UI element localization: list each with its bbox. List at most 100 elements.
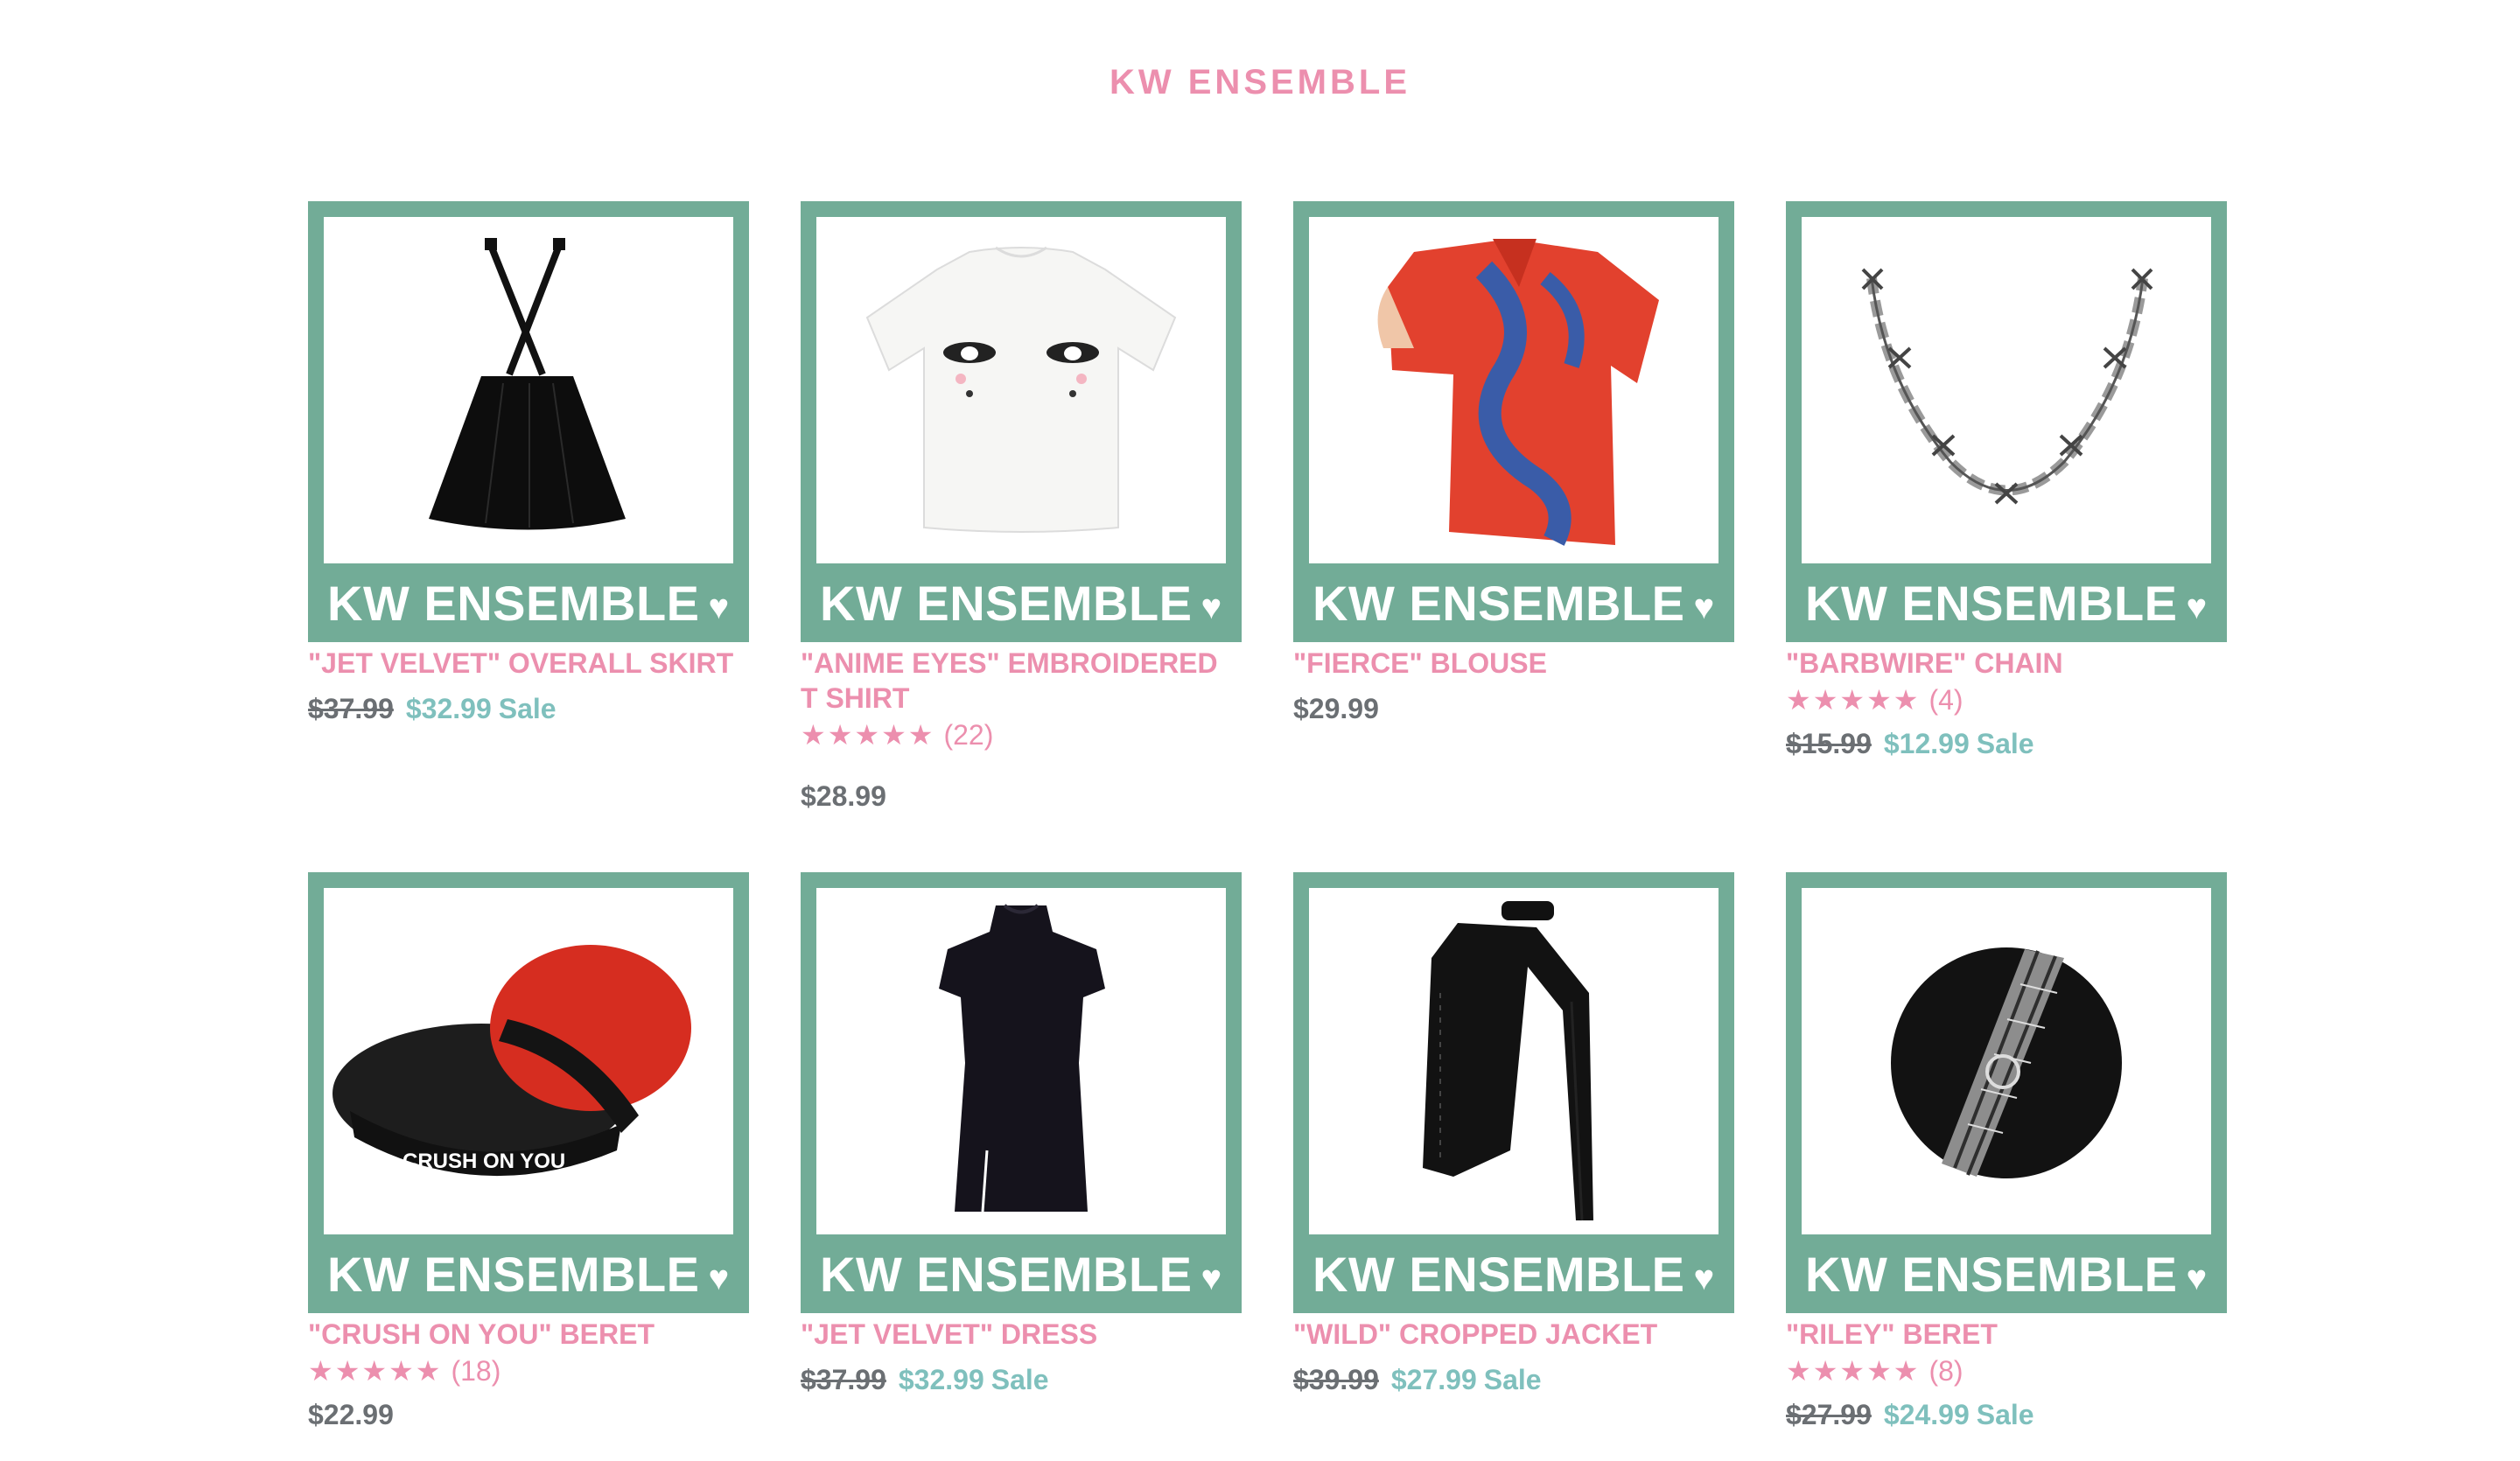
product-card: KW ENSEMBLE ♥ "WILD" CROPPED JACKET $39.…: [1293, 872, 1734, 1396]
product-image-link[interactable]: CRUSH ON YOU KW ENSEMBLE ♥: [308, 872, 749, 1313]
velvet-dress-image: [939, 904, 1105, 1213]
banner-text: KW ENSEMBLE: [1805, 1246, 2178, 1302]
product-name-link[interactable]: "FIERCE" BLOUSE: [1293, 646, 1734, 681]
banner-text: KW ENSEMBLE: [1312, 1246, 1685, 1302]
banner-text: KW ENSEMBLE: [1805, 575, 2178, 631]
heart-icon: ♥: [2186, 1258, 2208, 1297]
brand-banner: KW ENSEMBLE ♥: [1293, 1234, 1734, 1313]
product-image-link[interactable]: KW ENSEMBLE ♥: [308, 201, 749, 642]
product-card: KW ENSEMBLE ♥ "ANIME EYES" EMBROIDERED T…: [801, 201, 1242, 813]
price-row: $29.99: [1293, 693, 1734, 725]
product-name-link[interactable]: "BARBWIRE" CHAIN: [1786, 646, 2227, 681]
rating[interactable]: ★★★★★ (4): [1786, 683, 2227, 717]
sale-badge: Sale: [1976, 1399, 2034, 1430]
product-card: KW ENSEMBLE ♥ "FIERCE" BLOUSE $29.99: [1293, 201, 1734, 725]
product-card: CRUSH ON YOU KW ENSEMBLE ♥ "CRUSH ON YOU…: [308, 872, 749, 1431]
star-rating-icon: ★★★★★: [308, 1355, 443, 1387]
product-image-link[interactable]: KW ENSEMBLE ♥: [1786, 201, 2227, 642]
product-card: KW ENSEMBLE ♥ "BARBWIRE" CHAIN ★★★★★ (4)…: [1786, 201, 2227, 760]
brand-banner: KW ENSEMBLE ♥: [801, 1234, 1242, 1313]
plaid-beret-image: [1891, 947, 2122, 1178]
heart-icon: ♥: [1693, 1258, 1715, 1297]
price-row: $37.99 $32.99 Sale: [801, 1364, 1242, 1396]
banner-text: KW ENSEMBLE: [327, 1246, 700, 1302]
product-photo: [1802, 217, 2211, 563]
price-row: $15.99 $12.99 Sale: [1786, 728, 2227, 760]
original-price: $27.99: [1786, 1399, 1872, 1430]
sale-badge: Sale: [1976, 728, 2034, 759]
brand-banner: KW ENSEMBLE ♥: [801, 563, 1242, 642]
brand-banner: KW ENSEMBLE ♥: [1786, 1234, 2227, 1313]
heart-icon: ♥: [1693, 587, 1715, 626]
product-image-link[interactable]: KW ENSEMBLE ♥: [801, 201, 1242, 642]
product-name-link[interactable]: "RILEY" BERET: [1786, 1317, 2227, 1352]
review-count: (8): [1928, 1354, 1964, 1387]
sale-price: $27.99: [1390, 1364, 1477, 1395]
product-photo: [1802, 888, 2211, 1234]
product-image-link[interactable]: KW ENSEMBLE ♥: [1293, 872, 1734, 1313]
product-name-link[interactable]: "JET VELVET" DRESS: [801, 1317, 1242, 1352]
product-image-link[interactable]: KW ENSEMBLE ♥: [801, 872, 1242, 1313]
review-count: (22): [943, 718, 994, 751]
dragon-blouse-image: [1377, 239, 1659, 546]
page-title: KW ENSEMBLE: [1110, 63, 1410, 101]
sale-badge: Sale: [990, 1364, 1049, 1395]
sale-price: $12.99: [1883, 728, 1970, 759]
original-price: $15.99: [1786, 728, 1872, 759]
crush-on-you-berets-image: CRUSH ON YOU: [332, 945, 691, 1177]
star-rating-icon: ★★★★★: [1786, 1355, 1921, 1387]
product-card: KW ENSEMBLE ♥ "JET VELVET" DRESS $37.99 $…: [801, 872, 1242, 1396]
heart-icon: ♥: [1200, 1258, 1222, 1297]
heart-icon: ♥: [708, 587, 730, 626]
product-image-link[interactable]: KW ENSEMBLE ♥: [1293, 201, 1734, 642]
original-price: $37.99: [308, 693, 394, 724]
sale-price: $24.99: [1883, 1399, 1970, 1430]
price-row: $37.99 $32.99 Sale: [308, 693, 749, 725]
product-name-link[interactable]: "WILD" CROPPED JACKET: [1293, 1317, 1734, 1352]
product-image-link[interactable]: KW ENSEMBLE ♥: [1786, 872, 2227, 1313]
anime-eyes-tshirt-image: [865, 246, 1177, 533]
product-photo: CRUSH ON YOU: [324, 888, 733, 1234]
brand-banner: KW ENSEMBLE ♥: [308, 1234, 749, 1313]
beret-band-text: CRUSH ON YOU: [402, 1150, 565, 1173]
heart-icon: ♥: [2186, 587, 2208, 626]
price-row: $27.99 $24.99 Sale: [1786, 1399, 2227, 1431]
rating[interactable]: ★★★★★ (18): [308, 1355, 749, 1388]
product-photo: [816, 217, 1226, 563]
product-photo: [816, 888, 1226, 1234]
product-name-link[interactable]: "CRUSH ON YOU" BERET: [308, 1317, 749, 1352]
brand-banner: KW ENSEMBLE ♥: [1293, 563, 1734, 642]
heart-icon: ♥: [1200, 587, 1222, 626]
barbwire-chain-image: [1861, 268, 2153, 505]
brand-banner: KW ENSEMBLE ♥: [308, 563, 749, 642]
star-rating-icon: ★★★★★: [801, 719, 935, 751]
review-count: (4): [1928, 683, 1964, 716]
overall-skirt-image: [429, 238, 626, 530]
heart-icon: ♥: [708, 1258, 730, 1297]
rating[interactable]: ★★★★★ (8): [1786, 1354, 2227, 1388]
product-name-link[interactable]: "ANIME EYES" EMBROIDERED T SHIRT: [801, 646, 1242, 716]
price: $22.99: [308, 1399, 394, 1430]
price-row: $28.99: [801, 780, 1242, 813]
cropped-jacket-image: [1423, 901, 1593, 1221]
banner-text: KW ENSEMBLE: [820, 1246, 1193, 1302]
original-price: $37.99: [801, 1364, 886, 1395]
product-card: KW ENSEMBLE ♥ "JET VELVET" OVERALL SKIRT…: [308, 201, 749, 725]
rating[interactable]: ★★★★★ (22): [801, 719, 1242, 751]
banner-text: KW ENSEMBLE: [1312, 575, 1685, 631]
sale-badge: Sale: [498, 693, 556, 724]
sale-badge: Sale: [1483, 1364, 1542, 1395]
sale-price: $32.99: [898, 1364, 984, 1395]
price-row: $22.99: [308, 1399, 749, 1431]
price: $29.99: [1293, 693, 1379, 724]
product-card: KW ENSEMBLE ♥ "RILEY" BERET ★★★★★ (8) $2…: [1786, 872, 2227, 1431]
banner-text: KW ENSEMBLE: [327, 575, 700, 631]
original-price: $39.99: [1293, 1364, 1379, 1395]
product-photo: [1309, 217, 1718, 563]
star-rating-icon: ★★★★★: [1786, 684, 1921, 716]
price: $28.99: [801, 780, 886, 812]
product-name-link[interactable]: "JET VELVET" OVERALL SKIRT: [308, 646, 749, 681]
banner-text: KW ENSEMBLE: [820, 575, 1193, 631]
sale-price: $32.99: [405, 693, 492, 724]
product-photo: [324, 217, 733, 563]
